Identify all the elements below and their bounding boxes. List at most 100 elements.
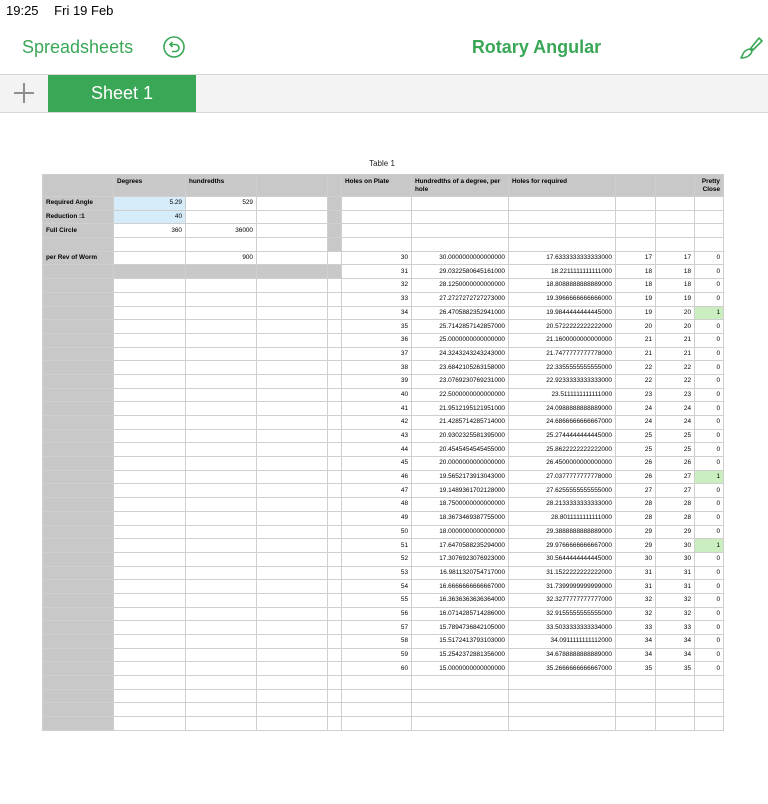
table-cell[interactable]	[327, 620, 342, 635]
table-cell[interactable]	[327, 497, 342, 512]
table-cell[interactable]	[113, 483, 186, 499]
pretty-close-cell[interactable]: 0	[694, 387, 724, 403]
header-cell[interactable]	[615, 174, 656, 197]
pretty-close-cell[interactable]: 0	[694, 401, 724, 416]
table-cell[interactable]	[327, 401, 342, 416]
table-cell[interactable]	[185, 237, 257, 252]
table-cell[interactable]	[256, 456, 328, 471]
table-cell[interactable]	[655, 209, 695, 225]
header-cell[interactable]	[655, 174, 695, 197]
rounded-cell[interactable]: 23	[655, 387, 695, 403]
table-cell[interactable]	[256, 278, 328, 293]
table-cell[interactable]	[256, 620, 328, 635]
pretty-close-cell[interactable]: 0	[694, 661, 724, 677]
table-cell[interactable]	[411, 209, 509, 225]
row-label[interactable]: Required Angle	[42, 196, 114, 211]
hundredths-per-hole-cell[interactable]: 26.4705882352941000	[411, 305, 509, 321]
holes-on-plate-cell[interactable]: 35	[341, 319, 412, 334]
rounded-cell[interactable]: 22	[655, 373, 695, 389]
holes-required-cell[interactable]: 24.0988888888889000	[508, 401, 616, 416]
row-label[interactable]	[42, 332, 114, 348]
hundredths-per-hole-cell[interactable]: 30.0000000000000000	[411, 250, 509, 266]
pretty-close-cell[interactable]: 1	[694, 305, 724, 321]
holes-on-plate-cell[interactable]: 51	[341, 538, 412, 553]
table-cell[interactable]	[341, 223, 412, 239]
table-cell[interactable]	[327, 661, 342, 677]
rounded-cell[interactable]: 30	[655, 538, 695, 553]
rounded-cell[interactable]: 21	[655, 332, 695, 348]
pretty-close-cell[interactable]: 0	[694, 565, 724, 581]
rounded-cell[interactable]: 25	[655, 442, 695, 458]
table-cell[interactable]	[508, 237, 616, 252]
row-label[interactable]	[42, 510, 114, 526]
table-cell[interactable]	[185, 346, 257, 362]
rounded-down-cell[interactable]: 18	[615, 264, 656, 280]
holes-required-cell[interactable]: 34.0911111111112000	[508, 634, 616, 649]
holes-required-cell[interactable]: 23.5111111111111000	[508, 387, 616, 403]
hundredths-per-hole-cell[interactable]: 22.5000000000000000	[411, 387, 509, 403]
table-cell[interactable]	[185, 634, 257, 649]
table-cell[interactable]	[113, 415, 186, 430]
holes-required-cell[interactable]: 18.8088888888889000	[508, 278, 616, 293]
rounded-down-cell[interactable]: 22	[615, 373, 656, 389]
rounded-cell[interactable]: 27	[655, 469, 695, 485]
table-cell[interactable]	[185, 469, 257, 485]
table-cell[interactable]	[341, 209, 412, 225]
rounded-cell[interactable]: 32	[655, 592, 695, 608]
pretty-close-cell[interactable]: 0	[694, 606, 724, 622]
hundredths-per-hole-cell[interactable]: 23.0769230769231000	[411, 373, 509, 389]
holes-on-plate-cell[interactable]: 36	[341, 332, 412, 348]
table-cell[interactable]	[185, 456, 257, 471]
table-cell[interactable]	[256, 442, 328, 458]
holes-required-cell[interactable]: 19.9844444444445000	[508, 305, 616, 321]
table-cell[interactable]	[327, 469, 342, 485]
table-cell[interactable]	[327, 592, 342, 608]
table-cell[interactable]	[185, 688, 257, 704]
rounded-down-cell[interactable]: 31	[615, 579, 656, 594]
pretty-close-cell[interactable]: 0	[694, 360, 724, 375]
table-cell[interactable]	[327, 456, 342, 471]
table-cell[interactable]	[256, 237, 328, 252]
hundredths-cell[interactable]: 529	[185, 196, 257, 211]
row-label[interactable]	[42, 264, 114, 280]
holes-required-cell[interactable]: 25.8622222222222000	[508, 442, 616, 458]
pretty-close-cell[interactable]: 0	[694, 278, 724, 293]
table-cell[interactable]	[341, 702, 412, 718]
table-cell[interactable]	[327, 415, 342, 430]
table-cell[interactable]	[113, 387, 186, 403]
holes-on-plate-cell[interactable]: 58	[341, 634, 412, 649]
pretty-close-cell[interactable]: 0	[694, 428, 724, 444]
holes-required-cell[interactable]: 21.7477777777778000	[508, 346, 616, 362]
holes-required-cell[interactable]: 25.2744444444445000	[508, 428, 616, 444]
rounded-down-cell[interactable]: 26	[615, 469, 656, 485]
table-cell[interactable]	[256, 264, 328, 280]
table-cell[interactable]	[113, 524, 186, 540]
hundredths-per-hole-cell[interactable]: 18.7500000000000000	[411, 497, 509, 512]
table-cell[interactable]	[694, 702, 724, 718]
hundredths-per-hole-cell[interactable]: 23.6842105263158000	[411, 360, 509, 375]
pretty-close-cell[interactable]: 0	[694, 483, 724, 499]
rounded-cell[interactable]: 32	[655, 606, 695, 622]
row-label[interactable]	[42, 634, 114, 649]
table-cell[interactable]	[694, 237, 724, 252]
table-cell[interactable]	[327, 551, 342, 567]
table-cell[interactable]	[694, 688, 724, 704]
table-cell[interactable]	[256, 401, 328, 416]
holes-on-plate-cell[interactable]: 52	[341, 551, 412, 567]
table-cell[interactable]	[256, 661, 328, 677]
holes-required-cell[interactable]: 31.7399999999999000	[508, 579, 616, 594]
holes-on-plate-cell[interactable]: 42	[341, 415, 412, 430]
hundredths-per-hole-cell[interactable]: 15.2542372881356000	[411, 647, 509, 663]
pretty-close-cell[interactable]: 0	[694, 415, 724, 430]
table-cell[interactable]	[256, 565, 328, 581]
table-cell[interactable]	[615, 675, 656, 690]
plus-icon[interactable]	[12, 81, 36, 105]
table-cell[interactable]	[113, 319, 186, 334]
rounded-cell[interactable]: 18	[655, 278, 695, 293]
table-cell[interactable]	[327, 360, 342, 375]
table-cell[interactable]	[327, 346, 342, 362]
holes-on-plate-cell[interactable]: 59	[341, 647, 412, 663]
table-cell[interactable]	[185, 592, 257, 608]
table-cell[interactable]	[327, 373, 342, 389]
table-cell[interactable]	[185, 483, 257, 499]
